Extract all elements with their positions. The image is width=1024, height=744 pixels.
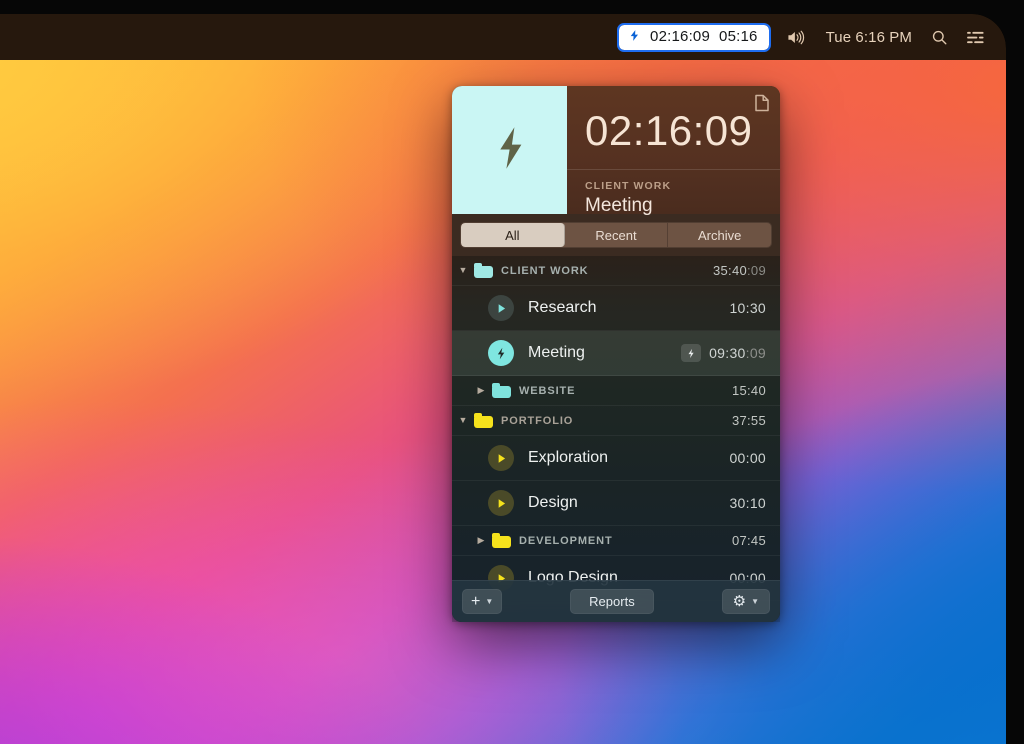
panel-task-name: Meeting xyxy=(585,195,653,216)
running-bolt-icon xyxy=(681,344,702,362)
tab-archive[interactable]: Archive xyxy=(668,223,771,247)
panel-tab-bar: All Recent Archive xyxy=(452,214,780,256)
reports-button[interactable]: Reports xyxy=(569,589,654,614)
gear-icon: ⚙ xyxy=(732,593,747,610)
table-row-active[interactable]: Meeting 09:30:09 xyxy=(452,331,780,376)
tab-recent[interactable]: Recent xyxy=(565,223,669,247)
document-icon[interactable] xyxy=(754,94,770,112)
chevron-down-icon: ▼ xyxy=(751,597,759,606)
task-time: 10:30 xyxy=(729,300,766,316)
table-row[interactable]: Exploration 00:00 xyxy=(452,436,780,481)
play-icon[interactable] xyxy=(488,295,514,321)
settings-button[interactable]: ⚙ ▼ xyxy=(721,589,770,614)
task-label: Research xyxy=(528,299,597,316)
folder-label: WEBSITE xyxy=(519,384,576,397)
bolt-icon xyxy=(493,126,527,175)
task-list[interactable]: ▼ CLIENT WORK 35:40:09 Research 10:30 Me… xyxy=(452,256,780,622)
task-label: Exploration xyxy=(528,449,609,466)
chevron-down-icon: ▼ xyxy=(485,597,494,606)
menu-bar: 02:16:09 05:16 Tue 6:16 PM xyxy=(0,14,1006,60)
screen: 02:16:09 05:16 Tue 6:16 PM 02:16:09 CLIE… xyxy=(0,0,1024,744)
task-time: 09:30:09 xyxy=(681,344,766,362)
menubar-clock[interactable]: Tue 6:16 PM xyxy=(816,29,922,46)
list-item-folder[interactable]: ▼ PORTFOLIO 37:55 xyxy=(452,406,780,436)
disclosure-triangle-icon[interactable]: ▶ xyxy=(470,386,492,395)
menubar-remaining-time: 05:16 xyxy=(719,28,758,45)
panel-task-category: CLIENT WORK xyxy=(585,180,672,192)
task-thumbnail[interactable] xyxy=(452,86,567,214)
folder-total-time: 35:40:09 xyxy=(712,263,766,278)
segmented-control: All Recent Archive xyxy=(460,222,772,248)
task-label: Meeting xyxy=(528,344,585,361)
table-row[interactable]: Design 30:10 xyxy=(452,481,780,526)
folder-icon xyxy=(492,383,511,398)
folder-icon xyxy=(474,263,493,278)
plus-icon: + xyxy=(471,592,481,610)
play-icon[interactable] xyxy=(488,490,514,516)
add-button[interactable]: + ▼ xyxy=(462,589,503,614)
disclosure-triangle-icon[interactable]: ▶ xyxy=(470,536,492,545)
panel-header-details: 02:16:09 CLIENT WORK Meeting xyxy=(567,86,780,216)
tab-all[interactable]: All xyxy=(461,223,565,247)
timer-app-popover: 02:16:09 CLIENT WORK Meeting All Recent … xyxy=(452,86,780,622)
folder-icon xyxy=(492,533,511,548)
search-icon[interactable] xyxy=(922,24,957,50)
folder-total-time: 07:45 xyxy=(731,533,766,548)
folder-label: PORTFOLIO xyxy=(501,414,574,427)
table-row[interactable]: Research 10:30 xyxy=(452,286,780,331)
menu-bar-status-items: 02:16:09 05:16 Tue 6:16 PM xyxy=(617,22,994,52)
disclosure-triangle-icon[interactable]: ▼ xyxy=(452,266,474,275)
disclosure-triangle-icon[interactable]: ▼ xyxy=(452,416,474,425)
task-time: 30:10 xyxy=(729,495,766,511)
menubar-timer-pill[interactable]: 02:16:09 05:16 xyxy=(617,22,771,52)
control-center-icon[interactable] xyxy=(957,24,994,50)
task-label: Design xyxy=(528,494,578,511)
bolt-icon xyxy=(628,28,641,46)
reports-label: Reports xyxy=(589,594,635,609)
list-item-folder[interactable]: ▶ WEBSITE 15:40 xyxy=(452,376,780,406)
list-item-folder[interactable]: ▼ CLIENT WORK 35:40:09 xyxy=(452,256,780,286)
header-divider xyxy=(567,169,780,170)
display: 02:16:09 05:16 Tue 6:16 PM 02:16:09 CLIE… xyxy=(0,14,1006,744)
folder-label: CLIENT WORK xyxy=(501,264,589,277)
task-time: 00:00 xyxy=(729,450,766,466)
volume-icon[interactable] xyxy=(777,24,816,50)
folder-icon xyxy=(474,413,493,428)
folder-total-time: 15:40 xyxy=(731,383,766,398)
menubar-elapsed-time: 02:16:09 xyxy=(650,28,711,45)
panel-elapsed-timer: 02:16:09 xyxy=(585,107,753,154)
bolt-icon[interactable] xyxy=(488,340,514,366)
play-icon[interactable] xyxy=(488,445,514,471)
folder-total-time: 37:55 xyxy=(731,413,766,428)
panel-toolbar: + ▼ Reports ⚙ ▼ xyxy=(452,580,780,622)
list-item-folder[interactable]: ▶ DEVELOPMENT 07:45 xyxy=(452,526,780,556)
folder-label: DEVELOPMENT xyxy=(519,534,613,547)
panel-header: 02:16:09 CLIENT WORK Meeting xyxy=(452,86,780,216)
